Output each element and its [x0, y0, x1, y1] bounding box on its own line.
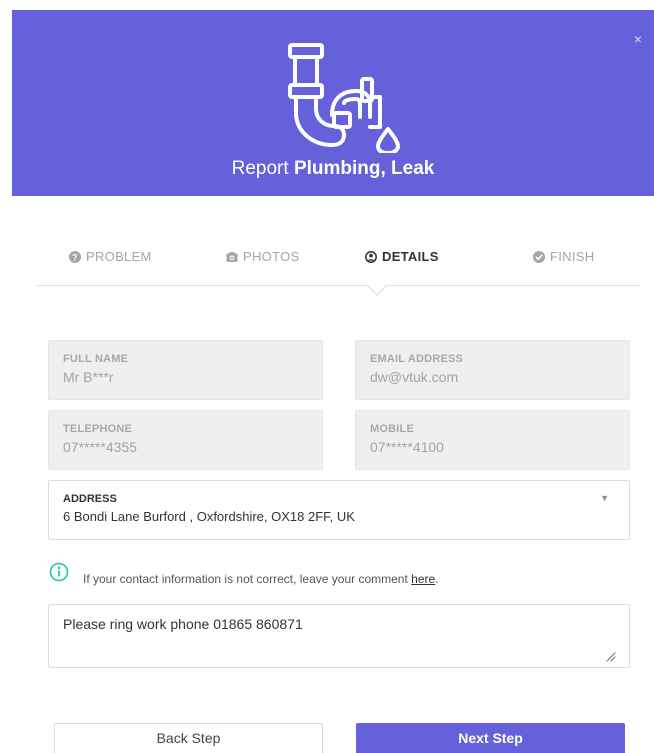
mobile-value: 07*****4100: [370, 439, 444, 455]
info-message-suffix: .: [435, 572, 439, 586]
tab-problem[interactable]: ? PROBLEM: [69, 249, 152, 264]
address-value: 6 Bondi Lane Burford , Oxfordshire, OX18…: [63, 509, 355, 524]
telephone-field[interactable]: TELEPHONE 07*****4355: [48, 410, 323, 470]
question-circle-icon: ?: [69, 250, 81, 263]
tab-finish[interactable]: FINISH: [533, 249, 594, 264]
address-label: ADDRESS: [63, 493, 117, 505]
user-circle-icon: [365, 250, 377, 263]
report-header: × Report Plumbing, Leak: [12, 10, 654, 196]
full-name-field[interactable]: FULL NAME Mr B***r: [48, 340, 323, 400]
svg-text:?: ?: [72, 252, 78, 262]
next-step-button[interactable]: Next Step: [356, 723, 625, 753]
telephone-value: 07*****4355: [63, 439, 137, 455]
camera-icon: [226, 251, 238, 262]
page-title: Report Plumbing, Leak: [12, 158, 654, 180]
tab-problem-label: PROBLEM: [86, 249, 152, 264]
email-value: dw@vtuk.com: [370, 369, 459, 385]
telephone-label: TELEPHONE: [63, 423, 133, 435]
title-bold: Plumbing, Leak: [293, 158, 435, 179]
title-prefix: Report: [231, 158, 289, 179]
step-tabs: ? PROBLEM PHOTOS DETAILS FINISH: [36, 240, 640, 286]
here-link[interactable]: here: [411, 572, 435, 586]
full-name-label: FULL NAME: [63, 353, 129, 365]
email-label: EMAIL ADDRESS: [370, 353, 464, 365]
tab-details[interactable]: DETAILS: [365, 249, 439, 264]
plumbing-pipe-icon: [288, 43, 400, 153]
address-select[interactable]: ADDRESS 6 Bondi Lane Burford , Oxfordshi…: [48, 480, 630, 540]
check-circle-icon: [533, 250, 545, 263]
back-step-button[interactable]: Back Step: [54, 723, 323, 753]
info-message: If your contact information is not corre…: [83, 572, 439, 586]
tab-details-label: DETAILS: [382, 249, 439, 264]
resize-grip-icon[interactable]: [604, 650, 616, 662]
mobile-field[interactable]: MOBILE 07*****4100: [355, 410, 630, 470]
chevron-down-icon: ▼: [600, 493, 609, 503]
info-message-text: If your contact information is not corre…: [83, 572, 408, 586]
mobile-label: MOBILE: [370, 423, 414, 435]
info-circle-icon: [49, 562, 69, 582]
email-field[interactable]: EMAIL ADDRESS dw@vtuk.com: [355, 340, 630, 400]
active-step-caret: [367, 285, 387, 296]
full-name-value: Mr B***r: [63, 369, 114, 385]
close-button[interactable]: ×: [634, 32, 642, 46]
tab-finish-label: FINISH: [550, 249, 595, 264]
comment-textarea[interactable]: Please ring work phone 01865 860871: [48, 604, 630, 668]
tab-photos[interactable]: PHOTOS: [226, 249, 299, 264]
tab-photos-label: PHOTOS: [243, 249, 300, 264]
